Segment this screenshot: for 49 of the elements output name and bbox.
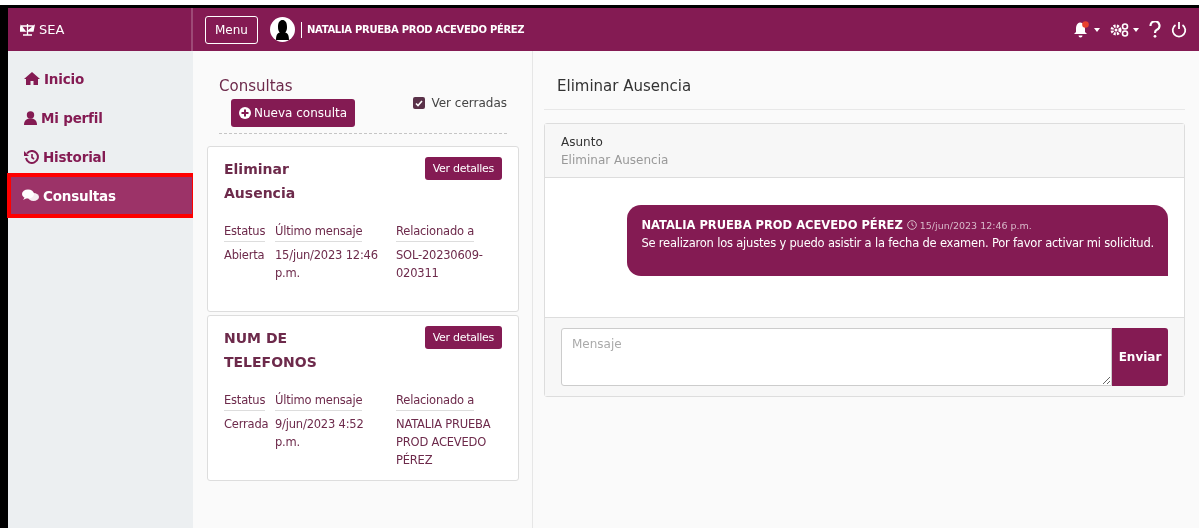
message-field[interactable]: Mensaje xyxy=(561,328,1112,386)
show-closed-checkbox[interactable]: Ver cerradas xyxy=(413,79,507,127)
power-icon[interactable] xyxy=(1171,21,1187,38)
details-button[interactable]: Ver detalles xyxy=(424,326,502,349)
caret-icon xyxy=(1133,27,1139,32)
user-icon xyxy=(24,110,37,125)
help-icon[interactable] xyxy=(1149,21,1161,38)
sidebar-item[interactable]: Consultas xyxy=(10,176,193,215)
table-cell-text: Abierta xyxy=(224,247,266,264)
sidebar-item[interactable]: Inicio xyxy=(12,59,193,98)
column-header: Relacionado a xyxy=(396,224,475,242)
column-header: Estatus xyxy=(224,224,266,242)
table-cell-text: Cerrada xyxy=(224,416,270,433)
column-header: Último mensaje xyxy=(275,224,363,242)
sidebar-item[interactable]: Mi perfil xyxy=(12,98,193,137)
table-cell-text: 9/jun/2023 4:52 p.m. xyxy=(275,416,365,451)
checkmark-icon xyxy=(415,99,424,107)
column-header: Relacionado a xyxy=(396,393,475,411)
consultation-title: NUM DE TELEFONOS xyxy=(224,329,318,372)
column-header: Estatus xyxy=(224,393,266,411)
home-icon xyxy=(24,72,40,85)
bell-icon[interactable] xyxy=(1073,21,1091,38)
message-text: Se realizaron los ajustes y puedo asistir a la fecha de examen. Por favor activar mi solicitud. xyxy=(641,236,1154,250)
table-cell-text: SOL-20230609-020311 xyxy=(396,247,484,282)
details-button[interactable]: Ver detalles xyxy=(424,157,502,180)
chat-icon xyxy=(22,189,39,202)
history-icon xyxy=(24,149,39,164)
scales-icon xyxy=(20,23,35,36)
caret-icon xyxy=(1094,27,1100,32)
plus-circle-icon xyxy=(239,107,251,119)
avatar-icon[interactable] xyxy=(269,17,295,42)
message-author: NATALIA PRUEBA PROD ACEVEDO PÉREZ xyxy=(641,218,903,232)
panel-title: Consultas xyxy=(219,77,294,95)
column-header: Último mensaje xyxy=(275,393,363,411)
table-cell-text: NATALIA PRUEBA PROD ACEVEDO PÉREZ xyxy=(396,416,492,469)
table-cell-text: 15/jun/2023 12:46 p.m. xyxy=(275,247,379,282)
new-consultation-button[interactable]: Nueva consulta xyxy=(231,99,356,127)
message-time: 15/jun/2023 12:46 p.m. xyxy=(919,220,1032,231)
clock-icon xyxy=(906,220,917,230)
sidebar-item[interactable]: Historial xyxy=(12,137,193,176)
subject-label: Asunto xyxy=(561,135,604,149)
brand-name: SEA xyxy=(39,22,65,37)
subject-value: Eliminar Ausencia xyxy=(561,153,670,167)
menu-button[interactable]: Menu xyxy=(205,15,258,44)
detail-title: Eliminar Ausencia xyxy=(544,73,1185,110)
user-name: NATALIA PRUEBA PROD ACEVEDO PÉREZ xyxy=(306,24,525,35)
send-button[interactable]: Enviar xyxy=(1112,328,1168,386)
gears-icon[interactable] xyxy=(1110,22,1130,37)
consultation-title: Eliminar Ausencia xyxy=(224,160,297,203)
